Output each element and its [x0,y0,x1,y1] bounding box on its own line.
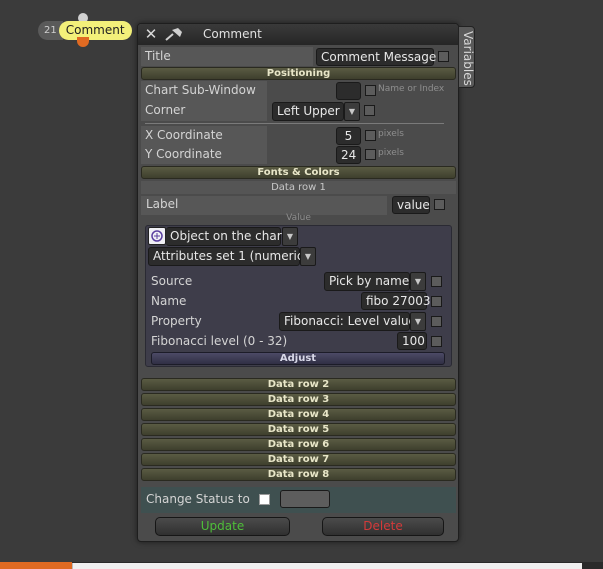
x-coordinate-checkbox[interactable] [365,130,376,141]
source-select[interactable]: Pick by name [324,272,410,291]
value-section-label: Value [286,213,311,223]
x-coordinate-label: X Coordinate [145,128,223,142]
data-row-header[interactable]: Data row 3 [141,393,456,406]
section-positioning[interactable]: Positioning [141,67,456,80]
variables-tab-label: Variables [461,31,475,86]
change-status-checkbox[interactable] [259,494,270,505]
name-input[interactable]: fibo 27003 [361,292,431,310]
property-select[interactable]: Fibonacci: Level value [279,312,416,331]
y-coordinate-label: Y Coordinate [145,147,222,161]
adjust-bar[interactable]: Adjust [151,352,445,365]
title-checkbox[interactable] [438,51,449,62]
chevron-down-icon[interactable]: ▼ [410,272,426,291]
label-input[interactable]: value [392,196,430,214]
label-label: Label [146,197,179,211]
panel-titlebar[interactable] [138,24,458,45]
chart-sub-window-hint: Name or Index [378,84,445,94]
x-coordinate-input[interactable]: 5 [336,127,361,145]
node-label: Comment [58,21,132,40]
panel-title: Comment [203,27,262,41]
corner-select[interactable]: Left Upper [272,102,344,121]
pin-icon[interactable] [164,26,186,42]
chart-sub-window-label: Chart Sub-Window [145,83,256,97]
corner-label: Corner [145,103,186,117]
fibonacci-level-checkbox[interactable] [431,336,442,347]
fibonacci-level-input[interactable]: 100 [397,332,427,350]
change-status-input[interactable] [280,490,330,508]
property-checkbox[interactable] [431,316,442,327]
section-fonts-colors[interactable]: Fonts & Colors [141,166,456,179]
variables-tab[interactable]: Variables [458,26,475,88]
change-status-label: Change Status to [146,492,250,506]
update-button[interactable]: Update [155,517,290,536]
chevron-down-icon[interactable]: ▼ [410,312,426,331]
close-icon[interactable]: ✕ [143,26,159,42]
object-select[interactable]: Object on the chart [166,227,286,246]
data-row-header[interactable]: Data row 5 [141,423,456,436]
data-row-header[interactable]: Data row 2 [141,378,456,391]
corner-checkbox[interactable] [364,105,375,116]
delete-button[interactable]: Delete [322,517,444,536]
x-coordinate-hint: pixels [378,129,404,139]
source-label: Source [151,274,193,288]
bottom-panel-edge [72,563,582,569]
chevron-down-icon[interactable]: ▼ [300,247,316,266]
y-coordinate-input[interactable]: 24 [336,146,361,164]
data-row-1-header[interactable]: Data row 1 [141,181,456,194]
name-label: Name [151,294,187,308]
chevron-down-icon[interactable]: ▼ [344,102,360,121]
y-coordinate-checkbox[interactable] [365,149,376,160]
object-icon [148,227,166,245]
y-coordinate-hint: pixels [378,148,404,158]
data-row-header[interactable]: Data row 6 [141,438,456,451]
property-label: Property [151,314,202,328]
name-checkbox[interactable] [431,296,442,307]
node-output-port[interactable] [77,37,89,47]
data-row-header[interactable]: Data row 4 [141,408,456,421]
title-label: Title [145,49,171,63]
title-input[interactable]: Comment Message [316,48,436,66]
data-row-header[interactable]: Data row 7 [141,453,456,466]
chart-sub-window-checkbox[interactable] [365,85,376,96]
bottom-accent [0,562,72,569]
label-checkbox[interactable] [434,199,445,210]
divider [145,123,444,124]
chart-sub-window-input[interactable] [336,82,361,100]
chevron-down-icon[interactable]: ▼ [282,227,298,246]
attributes-select[interactable]: Attributes set 1 (numeric) [148,247,308,266]
source-checkbox[interactable] [431,276,442,287]
fibonacci-level-label: Fibonacci level (0 - 32) [151,334,288,348]
data-row-header[interactable]: Data row 8 [141,468,456,481]
